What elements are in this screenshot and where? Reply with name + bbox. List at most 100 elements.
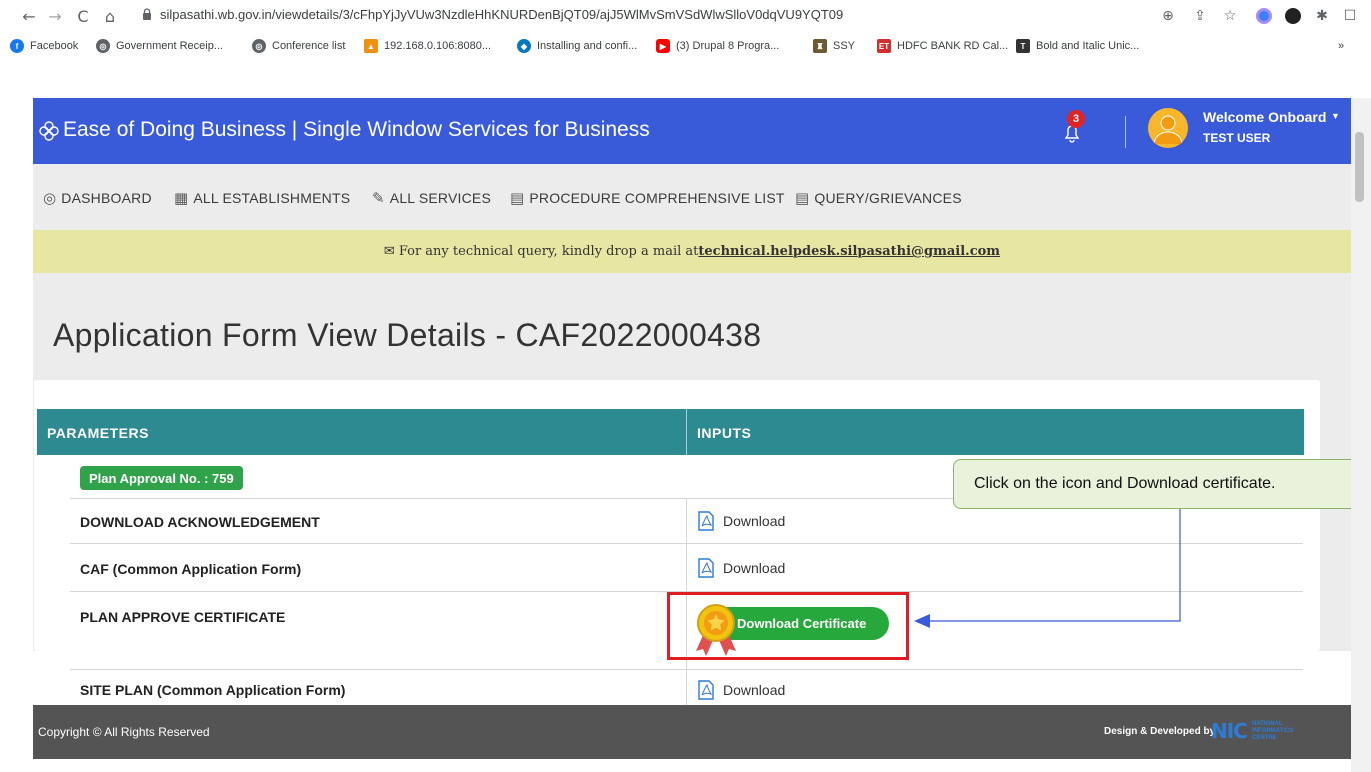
- globe-icon: ◎: [96, 39, 110, 53]
- star-icon[interactable]: ☆: [1220, 6, 1240, 26]
- bookmark-label: SSY: [833, 40, 856, 52]
- browser-toolbar: ← → C ⌂ silpasathi.wb.gov.in/viewdetails…: [0, 0, 1371, 32]
- bookmark-drupal[interactable]: ▶ (3) Drupal 8 Progra...: [656, 37, 779, 55]
- nic-logo-subtitle: NATIONAL INFORMATICS CENTRE: [1252, 721, 1294, 741]
- bookmark-government-receipt[interactable]: ◎ Government Receip...: [96, 37, 223, 55]
- notice-text: For any technical query, kindly drop a m…: [398, 244, 699, 259]
- bookmark-pma[interactable]: ▲ 192.168.0.106:8080...: [364, 37, 491, 55]
- download-label: Download: [723, 513, 786, 529]
- bookmark-label: HDFC BANK RD Cal...: [897, 40, 1009, 52]
- menu-label: PROCEDURE COMPREHENSIVE LIST: [529, 190, 785, 206]
- flower-logo-icon: [39, 121, 59, 141]
- globe-icon: ◎: [252, 39, 266, 53]
- main-menu: ◎ DASHBOARD ▦ ALL ESTABLISHMENTS ✎ ALL SERV…: [33, 164, 1351, 230]
- plan-approval-badge: Plan Approval No. : 759: [80, 466, 243, 490]
- column-divider: [686, 544, 687, 591]
- extension-2-icon[interactable]: [1283, 6, 1303, 26]
- bookmark-label: Facebook: [30, 40, 79, 52]
- dashboard-icon: ◎: [43, 189, 57, 207]
- pdf-icon: [698, 680, 714, 700]
- app-header: Ease of Doing Business | Single Window S…: [33, 98, 1351, 164]
- reload-button[interactable]: C: [72, 5, 94, 27]
- back-button[interactable]: ←: [18, 5, 40, 27]
- download-site-plan-link[interactable]: Download: [697, 680, 785, 700]
- menu-label: ALL SERVICES: [389, 190, 492, 206]
- menu-label: QUERY/GRIEVANCES: [814, 190, 962, 206]
- menu-all-establishments[interactable]: ▦ ALL ESTABLISHMENTS: [174, 189, 350, 207]
- caret-down-icon[interactable]: ▼: [1331, 111, 1340, 121]
- bookmark-ssy[interactable]: ♜ SSY: [813, 37, 855, 55]
- download-acknowledgement-link[interactable]: Download: [697, 511, 785, 531]
- menu-query-grievances[interactable]: ▤ QUERY/GRIEVANCES: [795, 189, 962, 207]
- notice-bar: ✉ For any technical query, kindly drop a…: [33, 230, 1351, 273]
- pdf-icon: [698, 558, 714, 578]
- nic-logo: NIC: [1211, 719, 1248, 743]
- mail-icon: ✉: [383, 244, 395, 259]
- header-divider: [1125, 116, 1126, 148]
- welcome-text[interactable]: Welcome Onboard: [1203, 109, 1326, 125]
- bookmark-label: Conference list: [272, 40, 346, 52]
- param-caf: CAF (Common Application Form): [80, 561, 302, 577]
- forward-button[interactable]: →: [44, 5, 66, 27]
- header-parameters: PARAMETERS: [47, 425, 149, 441]
- list-icon: ▤: [510, 189, 525, 207]
- footer: Copyright © All Rights Reserved Design &…: [33, 705, 1351, 759]
- param-download-acknowledgement: DOWNLOAD ACKNOWLEDGEMENT: [80, 514, 320, 530]
- bookmark-label: 192.168.0.106:8080...: [384, 40, 492, 52]
- bookmark-conference-list[interactable]: ◎ Conference list: [252, 37, 345, 55]
- text-icon: T: [1016, 39, 1030, 53]
- column-divider: [686, 499, 687, 543]
- share-icon[interactable]: ⇪: [1190, 6, 1210, 26]
- header-inputs: INPUTS: [697, 425, 752, 441]
- drupal-icon: ◆: [517, 39, 531, 53]
- bookmarks-more[interactable]: »: [1338, 37, 1344, 55]
- emblem-icon: ♜: [813, 39, 827, 53]
- highlight-box: [667, 592, 909, 660]
- header-divider: [686, 409, 687, 455]
- extension-1-icon[interactable]: [1254, 6, 1274, 26]
- menu-label: ALL ESTABLISHMENTS: [193, 190, 351, 206]
- notification-badge: 3: [1067, 110, 1085, 128]
- bookmark-bold-italic[interactable]: T Bold and Italic Unic...: [1016, 37, 1139, 55]
- user-name: TEST USER: [1203, 131, 1271, 145]
- home-button[interactable]: ⌂: [99, 5, 121, 27]
- bookmark-installing[interactable]: ◆ Installing and confi...: [517, 37, 637, 55]
- copyright-text: Copyright © All Rights Reserved: [38, 725, 210, 739]
- menu-label: DASHBOARD: [61, 190, 152, 206]
- bookmark-hdfc[interactable]: ET HDFC BANK RD Cal...: [877, 37, 1008, 55]
- table-row: SITE PLAN (Common Application Form) Down…: [70, 670, 1303, 708]
- table-header: PARAMETERS INPUTS: [37, 409, 1304, 455]
- bookmark-label: Government Receip...: [116, 40, 223, 52]
- page-title: Application Form View Details - CAF20220…: [53, 317, 762, 353]
- download-caf-link[interactable]: Download: [697, 558, 785, 578]
- app-title: Ease of Doing Business | Single Window S…: [63, 118, 650, 141]
- extensions-puzzle-icon[interactable]: ✱: [1312, 6, 1332, 26]
- bookmark-label: Bold and Italic Unic...: [1036, 40, 1140, 52]
- sidepanel-icon[interactable]: ☐: [1340, 6, 1360, 26]
- avatar[interactable]: [1148, 108, 1188, 148]
- param-plan-approve-certificate: PLAN APPROVE CERTIFICATE: [80, 609, 286, 625]
- bookmark-facebook[interactable]: f Facebook: [10, 37, 78, 55]
- bookmark-label: Installing and confi...: [537, 40, 638, 52]
- bookmarks-bar: f Facebook ◎ Government Receip... ◎ Confere…: [0, 32, 1371, 60]
- download-label: Download: [723, 560, 786, 576]
- et-icon: ET: [877, 39, 891, 53]
- zoom-icon[interactable]: ⊕: [1158, 6, 1178, 26]
- menu-dashboard[interactable]: ◎ DASHBOARD: [43, 189, 152, 207]
- pma-icon: ▲: [364, 39, 378, 53]
- scrollbar-thumb[interactable]: [1355, 132, 1364, 202]
- helpdesk-email-link[interactable]: technical.helpdesk.silpasathi@gmail.com: [698, 244, 1000, 259]
- developed-by-text: Design & Developed by: [1104, 726, 1216, 737]
- screenshot-frame: ← → C ⌂ silpasathi.wb.gov.in/viewdetails…: [0, 0, 1371, 772]
- youtube-icon: ▶: [656, 39, 670, 53]
- pdf-icon: [698, 511, 714, 531]
- menu-all-services[interactable]: ✎ ALL SERVICES: [372, 189, 491, 207]
- param-site-plan: SITE PLAN (Common Application Form): [80, 682, 346, 698]
- building-icon: ▦: [174, 189, 189, 207]
- instruction-callout: Click on the icon and Download certifica…: [953, 459, 1371, 509]
- table-row: CAF (Common Application Form) Download: [70, 544, 1303, 592]
- address-bar[interactable]: silpasathi.wb.gov.in/viewdetails/3/cFhpY…: [160, 7, 843, 22]
- wrench-icon: ✎: [372, 189, 385, 207]
- lock-icon: [143, 8, 151, 20]
- menu-procedure-list[interactable]: ▤ PROCEDURE COMPREHENSIVE LIST: [510, 189, 785, 207]
